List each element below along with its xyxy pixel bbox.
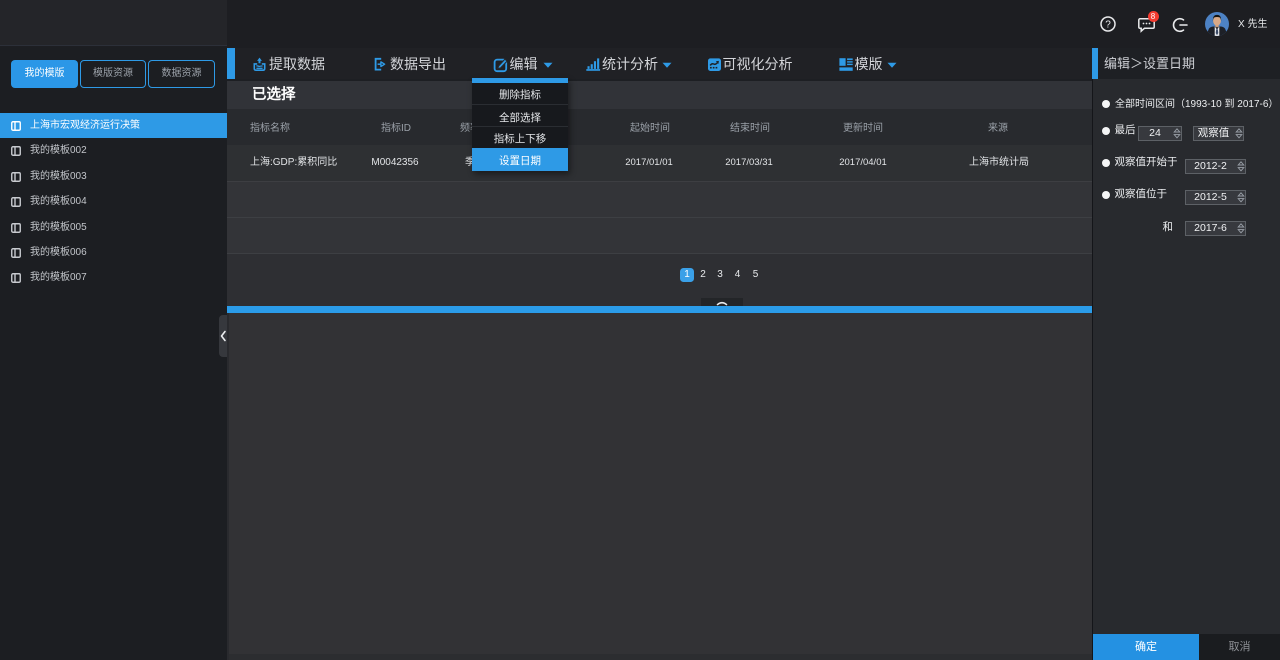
- svg-text:?: ?: [1105, 20, 1111, 31]
